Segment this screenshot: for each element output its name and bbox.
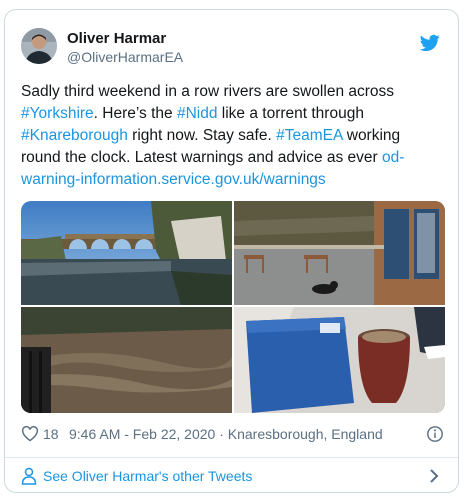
author-avatar[interactable]	[21, 28, 57, 64]
hashtag-nidd-link[interactable]: #Nidd	[177, 105, 218, 122]
tweet-text-segment: right now. Stay safe.	[127, 127, 277, 144]
author-name[interactable]: Oliver Harmar	[67, 30, 166, 47]
tweet-media-grid	[21, 201, 445, 413]
tweet-header: Oliver Harmar @OliverHarmarEA	[21, 28, 442, 68]
see-other-tweets-label: See Oliver Harmar's other Tweets	[43, 468, 253, 484]
heart-icon[interactable]	[21, 426, 39, 442]
person-icon	[21, 467, 37, 485]
author-handle[interactable]: @OliverHarmarEA	[67, 49, 183, 65]
twitter-bird-icon[interactable]	[420, 34, 440, 52]
hashtag-knareborough-link[interactable]: #Knareborough	[21, 127, 128, 144]
flooded-riverside-cafe-photo[interactable]	[234, 201, 445, 305]
info-icon[interactable]	[426, 425, 444, 443]
like-count[interactable]: 18	[43, 426, 59, 442]
tweet-text-segment: Sadly third weekend in a row rivers are …	[21, 83, 395, 100]
footer-divider	[5, 457, 458, 458]
viaduct-river-photo[interactable]	[21, 201, 232, 305]
flood-board-and-plant-pot-photo[interactable]	[234, 307, 445, 413]
swollen-river-photo[interactable]	[21, 307, 232, 413]
see-other-tweets-link[interactable]: See Oliver Harmar's other Tweets	[21, 465, 442, 489]
hashtag-yorkshire-link[interactable]: #Yorkshire	[21, 105, 94, 122]
hashtag-teamea-link[interactable]: #TeamEA	[276, 127, 342, 144]
tweet-footer: 18 9:46 AM - Feb 22, 2020 · Knaresboroug…	[21, 423, 444, 447]
tweet-text: Sadly third weekend in a row rivers are …	[21, 81, 431, 191]
tweet-text-segment: like a torrent through	[217, 105, 364, 122]
tweet-card: Oliver Harmar @OliverHarmarEA Sadly thir…	[4, 9, 459, 493]
chevron-right-icon	[430, 469, 439, 483]
tweet-text-segment: . Here’s the	[93, 105, 177, 122]
tweet-timestamp-location[interactable]: 9:46 AM - Feb 22, 2020 · Knaresborough, …	[69, 426, 383, 442]
